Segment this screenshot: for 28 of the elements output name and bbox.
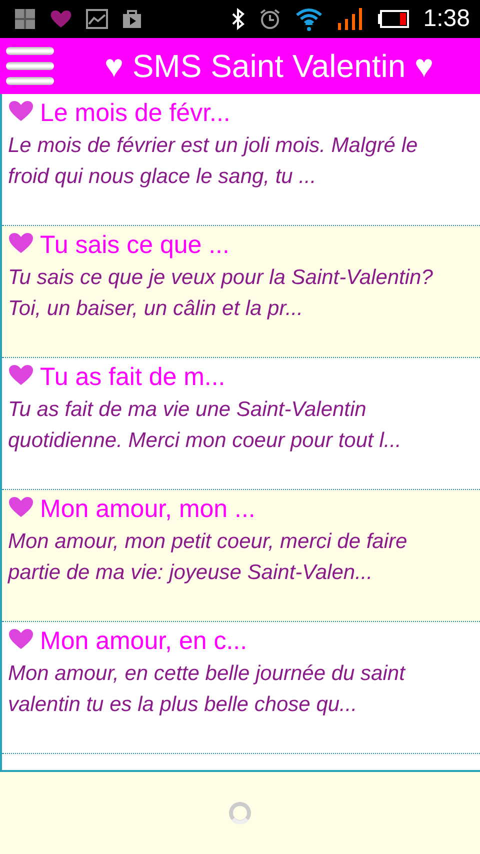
heart-icon bbox=[8, 496, 34, 518]
app-title: ♥ SMS Saint Valentin ♥ bbox=[103, 47, 435, 86]
message-title[interactable]: Mon amour, mon ... bbox=[40, 495, 256, 523]
heart-icon bbox=[50, 8, 72, 30]
store-bag-icon bbox=[122, 9, 142, 29]
message-preview: Tu as fait de ma vie une Saint-Valentin quotidienne. Merci mon coeur pour tout l... bbox=[8, 397, 402, 454]
message-title[interactable]: Le mois de févr... bbox=[40, 99, 230, 127]
bluetooth-icon bbox=[231, 8, 246, 30]
image-icon bbox=[86, 9, 108, 29]
message-preview: Mon amour, en cette belle journée du saint valentin tu es la plus belle chose qu... bbox=[8, 661, 407, 718]
message-title[interactable]: Tu as fait de m... bbox=[40, 363, 226, 391]
menu-button[interactable] bbox=[6, 44, 56, 88]
alarm-clock-icon bbox=[259, 8, 282, 30]
message-title[interactable]: Mon amour, en c... bbox=[40, 627, 248, 655]
message-preview: Tu sais ce que je veux pour la Saint-Valentin? Toi, un baiser, un câlin et la pr... bbox=[8, 265, 434, 322]
message-preview: Mon amour, mon petit coeur, merci de faire partie de ma vie: joyeuse Saint-Valen... bbox=[8, 529, 408, 586]
loading-spinner-icon bbox=[228, 801, 252, 825]
heart-icon bbox=[8, 100, 34, 122]
clock-time: 1:38 bbox=[423, 4, 470, 34]
notification-icon bbox=[14, 8, 36, 30]
wifi-icon bbox=[295, 7, 324, 31]
signal-icon bbox=[337, 7, 364, 31]
battery-icon bbox=[377, 10, 410, 28]
message-title[interactable]: Tu sais ce que ... bbox=[40, 231, 230, 259]
message-preview: Le mois de février est un joli mois. Malgré le froid qui nous glace le sang, tu ... bbox=[8, 133, 419, 190]
heart-icon bbox=[8, 364, 34, 386]
heart-icon bbox=[8, 628, 34, 650]
heart-icon bbox=[8, 232, 34, 254]
